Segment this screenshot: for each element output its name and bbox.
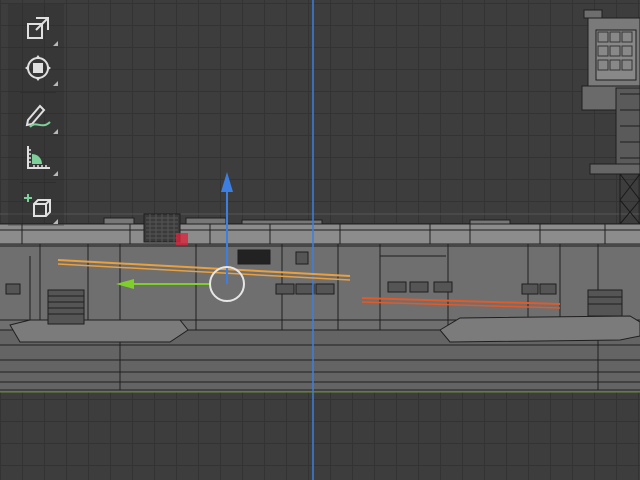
annotate-tool-button[interactable]	[16, 96, 60, 136]
add-cube-tool-button[interactable]	[16, 186, 60, 226]
deck-face	[0, 224, 640, 244]
measure-icon	[27, 146, 50, 169]
deck-turret	[143, 213, 181, 243]
annotate-icon	[25, 104, 51, 128]
active-face	[176, 233, 188, 245]
scale-tool-button[interactable]	[16, 8, 60, 48]
wireframe-scene	[0, 0, 640, 480]
3d-viewport[interactable]	[0, 0, 640, 480]
tool-shelf	[8, 4, 64, 226]
transform-tool-button[interactable]	[16, 48, 60, 88]
island-tower	[581, 9, 640, 225]
measure-tool-button[interactable]	[16, 138, 60, 178]
transform-icon	[25, 55, 51, 81]
scale-icon	[27, 17, 49, 39]
add-cube-icon	[24, 194, 51, 217]
